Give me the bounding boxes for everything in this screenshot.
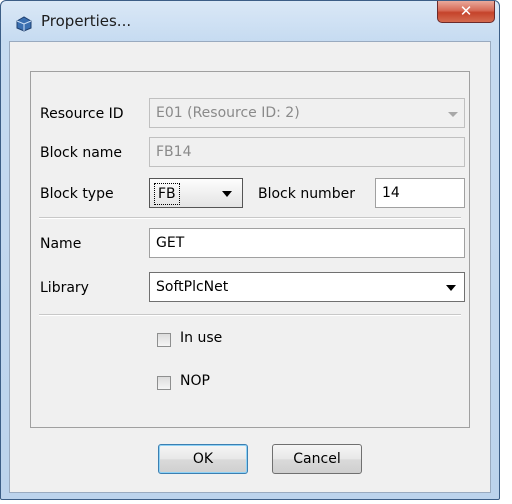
- library-value: SoftPlcNet: [156, 279, 229, 295]
- block-name-field: FB14: [149, 137, 465, 167]
- resource-id-label: Resource ID: [40, 106, 124, 122]
- name-label: Name: [40, 236, 82, 252]
- separator: [39, 314, 461, 316]
- in-use-checkbox[interactable]: [157, 333, 171, 347]
- resource-id-value: E01 (Resource ID: 2): [156, 105, 300, 121]
- close-button[interactable]: ✕: [437, 1, 495, 23]
- nop-checkbox[interactable]: [157, 376, 171, 390]
- chevron-down-icon: [448, 112, 458, 117]
- block-type-label: Block type: [40, 186, 114, 202]
- resource-id-select: E01 (Resource ID: 2): [149, 98, 465, 128]
- block-number-field[interactable]: 14: [375, 178, 465, 208]
- block-name-value: FB14: [156, 144, 192, 160]
- dialog-content: Resource ID E01 (Resource ID: 2) Block n…: [9, 41, 491, 493]
- chevron-down-icon: [446, 285, 456, 291]
- block-type-value: FB: [154, 183, 180, 205]
- library-label: Library: [40, 280, 89, 296]
- block-number-label: Block number: [258, 186, 355, 202]
- ok-button[interactable]: OK: [158, 444, 248, 474]
- block-type-select[interactable]: FB: [149, 178, 243, 208]
- cancel-button[interactable]: Cancel: [272, 444, 362, 474]
- title-bar[interactable]: Properties... ✕: [1, 1, 499, 41]
- name-field[interactable]: GET: [149, 228, 465, 258]
- close-icon: ✕: [459, 2, 473, 20]
- in-use-label: In use: [180, 330, 223, 346]
- properties-dialog: Properties... ✕ Resource ID E01 (Resourc…: [0, 0, 500, 500]
- window-title: Properties...: [41, 12, 132, 30]
- properties-panel: Resource ID E01 (Resource ID: 2) Block n…: [30, 71, 470, 428]
- block-number-value: 14: [382, 185, 400, 201]
- nop-label: NOP: [180, 373, 210, 389]
- name-value: GET: [156, 235, 185, 251]
- separator: [39, 217, 461, 219]
- chevron-down-icon: [222, 191, 232, 197]
- library-select[interactable]: SoftPlcNet: [149, 272, 465, 302]
- app-icon: [15, 16, 33, 32]
- block-name-label: Block name: [40, 145, 123, 161]
